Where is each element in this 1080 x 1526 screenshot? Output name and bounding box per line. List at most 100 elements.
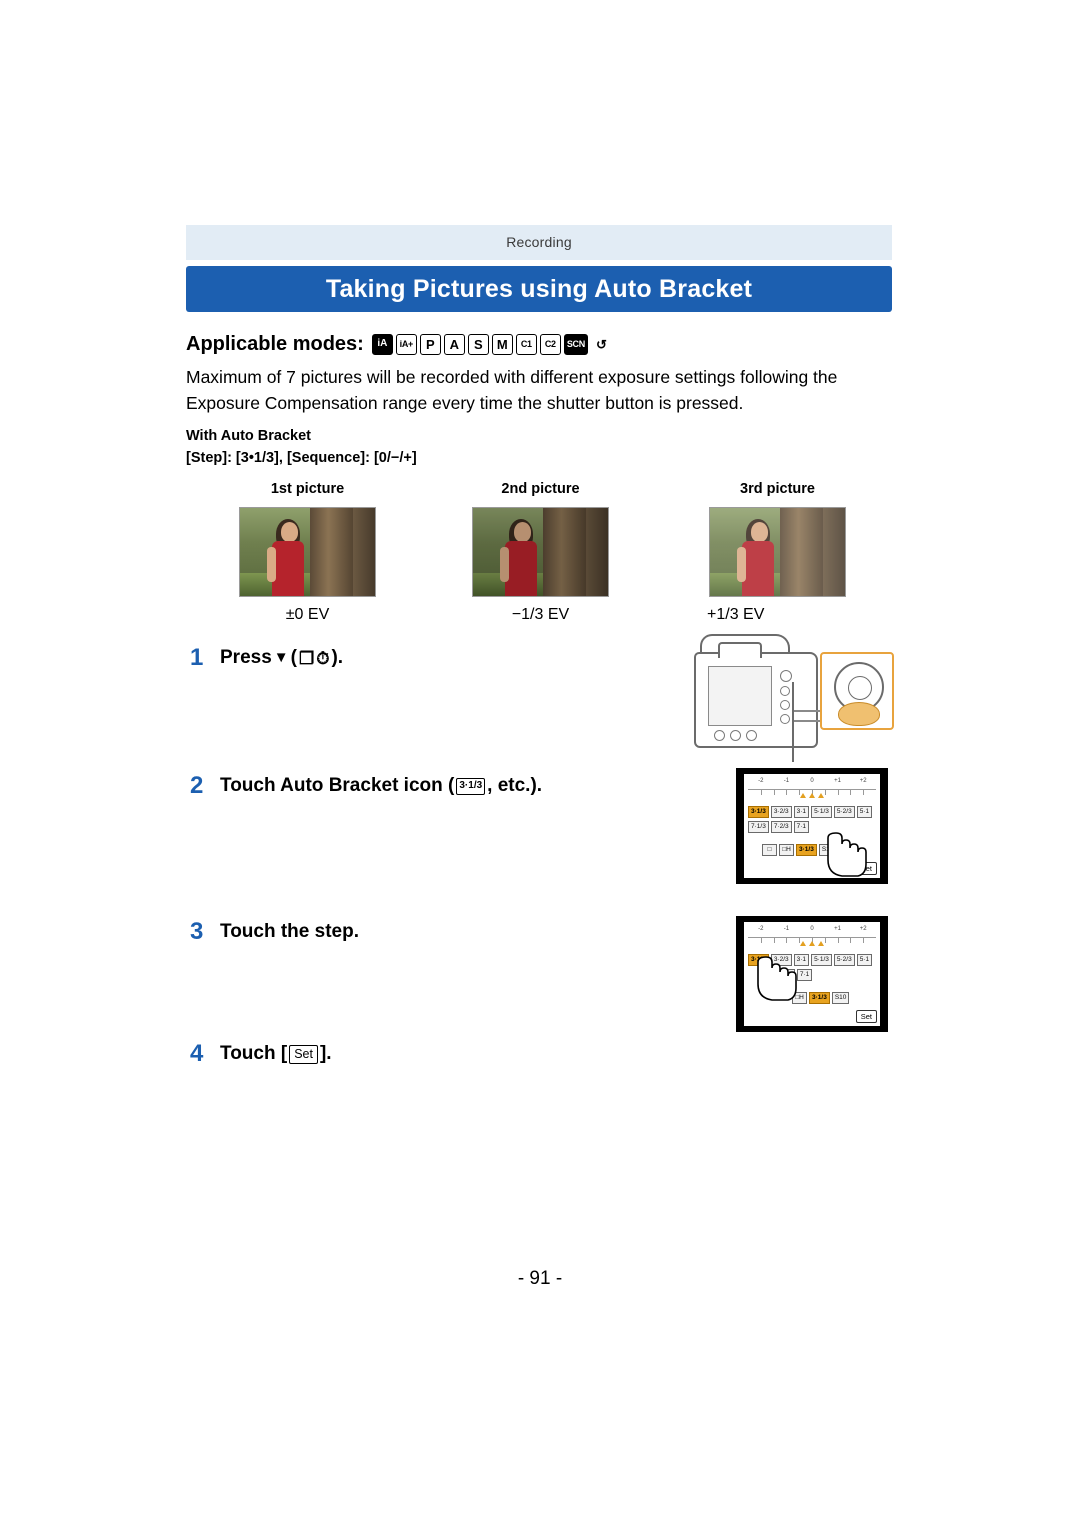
step-4-text-after: ]. [319, 1043, 332, 1064]
picture-column-2: 2nd picture −1/3 EV [438, 481, 643, 624]
scale-num-p1: +1 [834, 778, 842, 784]
sample-photo-1 [239, 507, 376, 597]
auto-bracket-icon: 3·1/3 [456, 777, 486, 795]
scale-num-m2: -2 [758, 778, 764, 784]
step-1-number: 1 [190, 644, 204, 671]
picture-column-1: 1st picture ±0 EV [205, 481, 410, 624]
program-ae-icon: P [419, 333, 441, 355]
step-2: 2 Touch Auto Bracket icon ( 3·1/3 , etc.… [190, 772, 542, 800]
auto-bracket-chip-3[interactable]: 3·1/3 [809, 992, 830, 1004]
chip3-5-1[interactable]: 5·1 [856, 954, 873, 966]
chip-7-2-3[interactable]: 7·2/3 [770, 821, 792, 833]
applicable-modes-label: Applicable modes: [186, 332, 364, 355]
step-2-text-after: , etc.). [487, 775, 543, 796]
step-3-text-before: Touch the step. [220, 921, 359, 942]
lcd-screen-step-3: -2 -1 0 +1 +2 3·1/3 3·2/3 3·1 [736, 916, 888, 1032]
intelligent-auto-icon: iA [371, 333, 393, 355]
touch-hand-illustration-3 [752, 954, 798, 1002]
aperture-priority-icon: A [443, 333, 465, 355]
picture-caption-3: 3rd picture [740, 481, 815, 497]
step-2-text: Touch Auto Bracket icon ( 3·1/3 , etc.). [220, 772, 542, 800]
sample-photo-2 [472, 507, 609, 597]
step-1-text: Press ▼ ( ❐ ⏱ ). [220, 644, 343, 672]
self-timer-chip-3[interactable]: S10 [831, 992, 850, 1004]
applicable-modes-row: Applicable modes: iA iA+ P A S M C1 C2 S… [186, 330, 612, 358]
exposure-scale-3: -2 -1 0 +1 +2 [748, 926, 876, 952]
picture-caption-2: 2nd picture [501, 481, 580, 497]
shutter-priority-icon: S [467, 333, 489, 355]
exposure-scale-2: -2 -1 0 +1 +2 [748, 778, 876, 804]
scale-num-m1: -1 [783, 778, 790, 784]
step-1-text-before: Press [220, 647, 272, 668]
lcd3-row3: □H 3·1/3 S10 [792, 992, 850, 1004]
scene-mode-icon: SCN [563, 333, 588, 355]
scale3-num-m2: -2 [758, 926, 764, 932]
step-2-number: 2 [190, 772, 204, 799]
single-shot-icon[interactable]: □ [762, 844, 777, 856]
page-title: Taking Pictures using Auto Bracket [325, 275, 753, 303]
mode-icon-list: iA iA+ P A S M C1 C2 SCN ↺ [371, 333, 612, 355]
intro-paragraph: Maximum of 7 pictures will be recorded w… [186, 367, 838, 413]
step-3-number: 3 [190, 918, 204, 945]
chip-3-1[interactable]: 3·1 [793, 806, 810, 818]
section-label: Recording [506, 234, 572, 250]
cursor-dial-highlight [820, 652, 894, 730]
chip-5-1-3[interactable]: 5·1/3 [811, 806, 832, 818]
example-heading: With Auto Bracket [186, 428, 312, 444]
document-page: Recording Taking Pictures using Auto Bra… [0, 0, 1080, 1526]
camera-rear-illustration [690, 630, 895, 762]
scale3-num-p2: +2 [859, 926, 867, 932]
picture-column-3: 3rd picture +1/3 EV [675, 481, 880, 624]
finger-thumb-illustration [838, 702, 880, 726]
picture-caption-1: 1st picture [270, 481, 345, 497]
chip-3-2-3[interactable]: 3·2/3 [770, 806, 792, 818]
chip-5-1[interactable]: 5·1 [856, 806, 873, 818]
chip3-5-2-3[interactable]: 5·2/3 [833, 954, 855, 966]
creative-control-icon: ↺ [595, 336, 607, 352]
ev-label-3: +1/3 EV [707, 606, 765, 623]
chip-3-1-3[interactable]: 3·1/3 [748, 806, 769, 818]
touch-hand-illustration-2 [822, 830, 868, 878]
set-label-box: Set [289, 1044, 318, 1064]
scale3-num-m1: -1 [783, 926, 790, 932]
step-4-text-before: Touch [ [220, 1043, 288, 1064]
step-4: 4 Touch [ Set ]. [190, 1040, 332, 1068]
chip3-7-1[interactable]: 7·1 [796, 969, 813, 981]
chip-5-2-3[interactable]: 5·2/3 [833, 806, 855, 818]
step-3-text: Touch the step. [220, 918, 359, 946]
scale-num-0: 0 [810, 778, 814, 784]
ev-label-2: −1/3 EV [511, 606, 570, 623]
burst-mode-icon: ❐ [298, 648, 315, 668]
step-1: 1 Press ▼ ( ❐ ⏱ ). [190, 644, 343, 672]
burst-high-icon[interactable]: □H [779, 844, 794, 856]
sample-photo-3 [709, 507, 846, 597]
step-4-number: 4 [190, 1040, 204, 1067]
step-4-text: Touch [ Set ]. [220, 1040, 332, 1068]
self-timer-icon: ⏱ [316, 648, 330, 668]
chip3-5-1-3[interactable]: 5·1/3 [811, 954, 832, 966]
lcd2-row2: 7·1/3 7·2/3 7·1 [748, 821, 810, 833]
section-header-band: Recording [186, 225, 892, 260]
scale-num-p2: +2 [859, 778, 867, 784]
set-button-lcd-3[interactable]: Set [855, 1010, 877, 1023]
lcd-screen-step-2: -2 -1 0 +1 +2 3·1/3 3·2/3 3·1 5·1/3 5·2/… [736, 768, 888, 884]
manual-exposure-icon: M [491, 333, 513, 355]
custom-c2-icon: C2 [539, 333, 561, 355]
example-params: [Step]: [3•1/3], [Sequence]: [0/−/+] [186, 450, 417, 466]
step-1-paren-close: ). [331, 647, 344, 668]
step-2-text-before: Touch Auto Bracket icon ( [220, 775, 455, 796]
ev-label-1: ±0 EV [285, 606, 330, 623]
scale3-num-0: 0 [810, 926, 814, 932]
custom-c1-icon: C1 [515, 333, 537, 355]
page-number: - 91 - [517, 1268, 563, 1289]
down-arrow-icon: ▼ [273, 649, 289, 666]
lcd2-row1: 3·1/3 3·2/3 3·1 5·1/3 5·2/3 5·1 [748, 806, 873, 818]
intelligent-auto-plus-icon: iA+ [395, 333, 417, 355]
chip-7-1-3[interactable]: 7·1/3 [748, 821, 769, 833]
page-title-bar: Taking Pictures using Auto Bracket [186, 266, 892, 312]
chip-7-1[interactable]: 7·1 [793, 821, 810, 833]
step-3: 3 Touch the step. [190, 918, 359, 946]
scale3-num-p1: +1 [834, 926, 842, 932]
auto-bracket-chip[interactable]: 3·1/3 [796, 844, 817, 856]
step-1-paren-open: ( [290, 647, 297, 668]
